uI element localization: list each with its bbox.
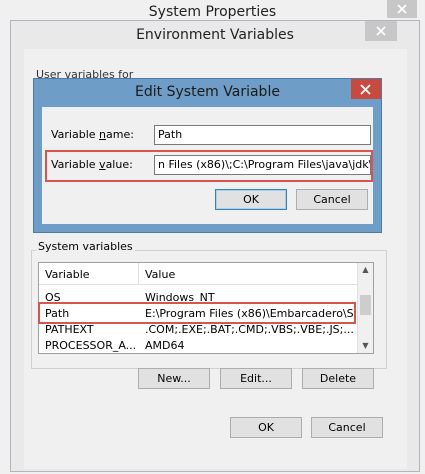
column-divider[interactable] — [138, 263, 139, 284]
row-variable: OS — [45, 291, 61, 304]
env-ok-button[interactable]: OK — [230, 417, 302, 438]
environment-variables-close-button[interactable] — [365, 21, 397, 41]
scroll-up-arrow-icon[interactable]: ▲ — [358, 263, 373, 277]
row-value: Windows_NT — [145, 291, 215, 304]
row-variable: Path — [45, 307, 70, 320]
row-variable: PATHEXT — [45, 323, 94, 336]
variable-name-field[interactable]: Path — [154, 125, 371, 145]
label-text: ame: — [106, 128, 134, 141]
edit-ok-button[interactable]: OK — [215, 189, 287, 210]
label-text: Variable — [51, 128, 100, 141]
close-icon — [376, 26, 386, 36]
label-accelerator: n — [99, 128, 107, 141]
scroll-down-arrow-icon[interactable]: ▼ — [358, 339, 373, 353]
variable-value-label: Variable value: — [51, 158, 133, 171]
table-row[interactable]: Path E:\Program Files (x86)\Embarcadero\… — [39, 306, 357, 322]
table-scrollbar[interactable]: ▲ ▼ — [357, 263, 373, 353]
row-value: .COM;.EXE;.BAT;.CMD;.VBS;.VBE;.JS;.... — [145, 323, 355, 336]
environment-variables-title: Environment Variables — [136, 27, 294, 43]
column-header-variable[interactable]: Variable — [45, 268, 90, 281]
system-variables-table[interactable]: Variable Value OS Windows_NT Path E:\Pro… — [38, 262, 374, 354]
row-variable: PROCESSOR_A... — [45, 339, 137, 352]
close-icon — [360, 84, 371, 95]
env-cancel-button[interactable]: Cancel — [311, 417, 383, 438]
variable-value-field[interactable]: n Files (x86)\;C:\Program Files\java\jdk… — [154, 155, 371, 175]
variable-name-label: Variable name: — [51, 128, 134, 141]
row-value: E:\Program Files (x86)\Embarcadero\St... — [145, 307, 355, 320]
scroll-thumb[interactable] — [360, 295, 371, 315]
system-properties-title: System Properties — [148, 4, 277, 20]
table-row[interactable]: PATHEXT .COM;.EXE;.BAT;.CMD;.VBS;.VBE;.J… — [39, 322, 357, 338]
table-row[interactable]: PROCESSOR_A... AMD64 — [39, 338, 357, 353]
delete-button[interactable]: Delete — [302, 368, 374, 389]
close-icon — [397, 4, 407, 14]
system-properties-close-button[interactable] — [387, 0, 417, 18]
system-variables-label: System variables — [36, 240, 135, 253]
row-value: AMD64 — [145, 339, 185, 352]
edit-button[interactable]: Edit... — [220, 368, 292, 389]
edit-dialog-close-button[interactable] — [351, 79, 381, 99]
label-text: alue: — [105, 158, 133, 171]
label-text: Variable — [51, 158, 100, 171]
table-header: Variable Value — [39, 263, 357, 285]
column-header-value[interactable]: Value — [145, 268, 175, 281]
edit-cancel-button[interactable]: Cancel — [296, 189, 368, 210]
edit-dialog-title: Edit System Variable — [135, 84, 280, 100]
table-row[interactable]: OS Windows_NT — [39, 290, 357, 306]
new-button[interactable]: New... — [138, 368, 210, 389]
